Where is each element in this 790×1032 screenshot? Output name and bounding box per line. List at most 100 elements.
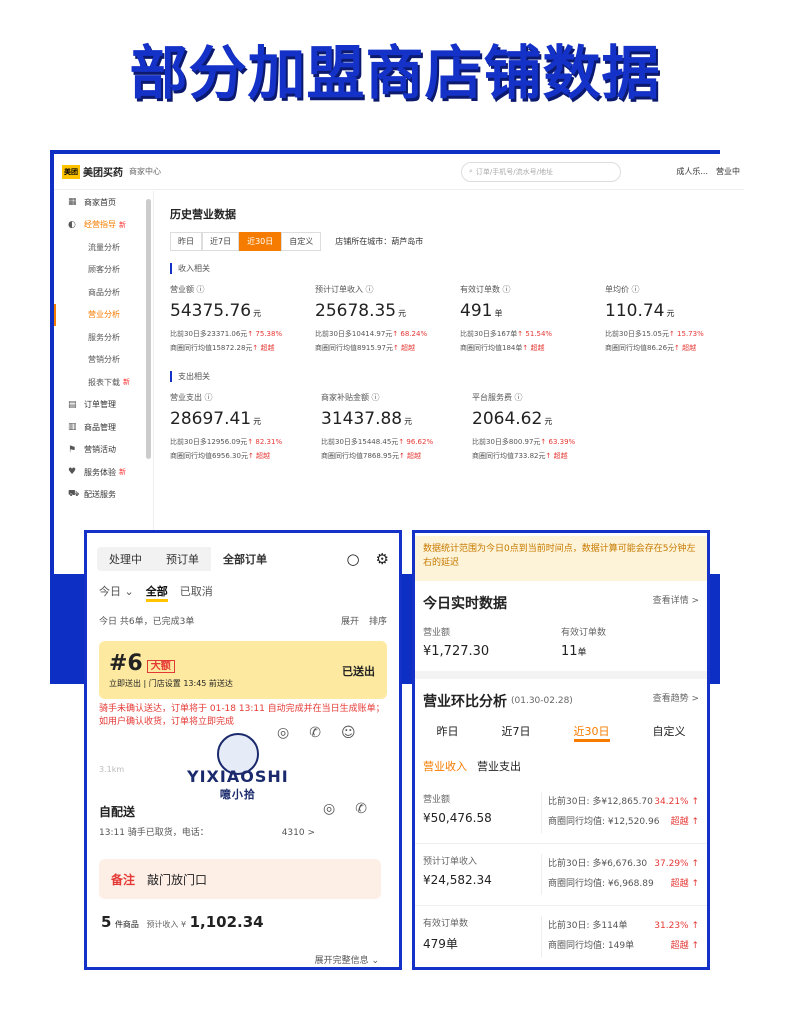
- chat-icon[interactable]: ☺: [341, 725, 356, 741]
- ratio-pct: 31.23% ↑: [654, 921, 699, 931]
- compare-pct: ↑ 82.31%: [247, 438, 283, 446]
- sidebar-item[interactable]: 顾客分析: [54, 259, 153, 282]
- tab-date[interactable]: 自定义: [281, 232, 322, 251]
- sidebar-item[interactable]: 商品分析: [54, 281, 153, 304]
- ratio-subtab[interactable]: 营业支出: [477, 758, 521, 774]
- info-icon: ⓘ: [363, 285, 374, 294]
- sidebar-item[interactable]: ▤ 订单管理: [54, 394, 153, 417]
- sidebar-item[interactable]: ⚑ 营销活动: [54, 439, 153, 462]
- filter-tab[interactable]: 已取消: [180, 583, 213, 602]
- phone-icon[interactable]: ✆: [309, 725, 321, 741]
- page-title: 部分加盟商店铺数据: [129, 39, 661, 107]
- ratio-average: 商圈同行均值: 149单: [548, 941, 635, 951]
- chart-icon: ◐: [68, 219, 76, 230]
- average-text: 商圈同行均值7868.95元: [321, 452, 399, 460]
- goods-icon: ▥: [68, 422, 77, 433]
- metric-label-row: 商家补贴金额 ⓘ: [321, 392, 472, 403]
- metric-number: 491: [460, 301, 493, 321]
- metric-number: 25678.35: [315, 301, 397, 321]
- watermark-cn: 噫小拾: [219, 788, 256, 801]
- order-note: 备注 敲门放门口: [99, 859, 381, 899]
- sidebar-scrollbar[interactable]: [146, 199, 151, 459]
- segment-tab[interactable]: 全部订单: [211, 547, 279, 571]
- compare-text: 比前30日多15448.45元: [321, 438, 399, 446]
- sidebar-item[interactable]: 服务分析: [54, 326, 153, 349]
- tab-date[interactable]: 近30日: [239, 232, 282, 251]
- metric-card: 单均价 ⓘ 110.74 元比前30日多15.05元↑ 15.73% 商圈同行均值86…: [605, 284, 744, 357]
- ratio-label: 有效订单数: [423, 919, 469, 929]
- status-menu[interactable]: 营业中: [716, 166, 740, 177]
- sidebar-item[interactable]: ⛟ 配送服务: [54, 484, 153, 507]
- sidebar-item-label: 营业分析: [88, 310, 120, 320]
- ratio-compare-line: 比前30日: 多¥12,865.70 34.21% ↑: [548, 792, 699, 812]
- sidebar-item-label: 商家首页: [84, 197, 116, 207]
- ratio-tab[interactable]: 近7日: [502, 723, 531, 742]
- compare-text: 比前30日多12956.09元: [170, 438, 248, 446]
- tab-date[interactable]: 昨日: [170, 232, 202, 251]
- sidebar-item[interactable]: ◐ 经营指导新: [54, 214, 153, 237]
- divider: [415, 671, 707, 679]
- ratio-subtab[interactable]: 营业收入: [423, 758, 467, 774]
- sidebar-item[interactable]: ▦ 商家首页: [54, 191, 153, 214]
- sidebar-item[interactable]: 流量分析: [54, 236, 153, 259]
- expand-info-button[interactable]: 展开完整信息 ⌄: [315, 953, 379, 966]
- order-card[interactable]: #6 大额 立即送出 | 门店设置 13:45 前送达 已送出: [99, 641, 387, 699]
- info-icon: ⓘ: [512, 393, 523, 402]
- info-icon: ⓘ: [500, 285, 511, 294]
- sidebar-item-label: 营销活动: [84, 445, 116, 455]
- new-badge: 新: [123, 378, 130, 387]
- pickup-info: 13:11 骑手已取货，电话： 4310 >: [99, 825, 315, 838]
- metric-average: 商圈同行均值6956.30元↑ 超越: [170, 451, 321, 461]
- sidebar-item[interactable]: 营业分析: [54, 303, 153, 326]
- ratio-tab[interactable]: 近30日: [573, 723, 610, 742]
- sort-button[interactable]: 排序: [369, 614, 387, 627]
- metric-unit: 元: [253, 417, 262, 426]
- filter-tab[interactable]: 今日 ⌄: [99, 583, 134, 602]
- desktop-window: 美团 美团买药 商家中心 ⌕ 订单/手机号/流水号/地址 成人乐... 营业中 …: [54, 154, 744, 574]
- sidebar-item[interactable]: ▥ 商品管理: [54, 416, 153, 439]
- ratio-tab[interactable]: 自定义: [653, 723, 686, 742]
- metric-value: 25678.35 元: [315, 301, 460, 321]
- metric-average: 商圈同行均值733.82元↑ 超越: [472, 451, 623, 461]
- ratio-average: 商圈同行均值: ¥6,968.89: [548, 879, 654, 889]
- search-icon[interactable]: ○: [346, 550, 359, 568]
- segment-tab[interactable]: 预订单: [154, 547, 211, 571]
- metric-number: 31437.88: [321, 409, 403, 429]
- segment-tab[interactable]: 处理中: [97, 547, 154, 571]
- metric-card: 平台服务费 ⓘ 2064.62 元比前30日多800.97元↑ 63.39% 商圈同行…: [472, 392, 623, 465]
- sidebar-item[interactable]: 报表下载新: [54, 371, 153, 394]
- ratio-rows: 营业额 ¥50,476.58 比前30日: 多¥12,865.70 34.21% ↑ 商…: [415, 782, 707, 967]
- sidebar-item[interactable]: ♥ 服务体验新: [54, 461, 153, 484]
- ratio-trend-link[interactable]: 查看趋势 >: [653, 691, 699, 711]
- metric-label: 营业额: [170, 285, 194, 294]
- info-icon: ⓘ: [629, 285, 640, 294]
- ratio-subtabs: 营业收入 营业支出: [415, 746, 707, 782]
- realtime-card: 有效订单数 11单: [561, 625, 699, 659]
- ratio-average-line: 商圈同行均值: 149单 超越 ↑: [548, 936, 699, 956]
- realtime-number: 11: [561, 644, 578, 659]
- gear-icon[interactable]: ⚙: [376, 550, 389, 568]
- compare-pct: ↑ 63.39%: [540, 438, 576, 446]
- pickup-tail[interactable]: 4310 >: [282, 828, 315, 838]
- realtime-detail-link[interactable]: 查看详情 >: [653, 593, 699, 613]
- sidebar-item[interactable]: 营销分析: [54, 349, 153, 372]
- search-input[interactable]: ⌕ 订单/手机号/流水号/地址: [461, 161, 621, 182]
- compare-text: 比前30日多800.97元: [472, 438, 541, 446]
- logo-badge: 美团: [62, 164, 80, 179]
- metric-label: 有效订单数: [460, 285, 500, 294]
- filter-tab[interactable]: 全部: [145, 583, 168, 602]
- sidebar-item-label: 经营指导: [84, 220, 116, 230]
- ratio-tab[interactable]: 昨日: [437, 723, 459, 742]
- ratio-title: 营业环比分析: [423, 694, 507, 710]
- tab-date[interactable]: 近7日: [202, 232, 240, 251]
- ratio-exceed: 超越 ↑: [670, 879, 699, 889]
- phone-icon[interactable]: ✆: [355, 801, 367, 817]
- exceed-badge: ↑ 超越: [545, 452, 568, 460]
- metric-unit: 元: [544, 417, 553, 426]
- ratio-tabs: 昨日 近7日 近30日 自定义: [415, 715, 707, 746]
- account-menu[interactable]: 成人乐...: [676, 166, 708, 177]
- location-icon[interactable]: ◎: [323, 801, 335, 817]
- metric-unit: 元: [404, 417, 413, 426]
- expand-button[interactable]: 展开: [341, 614, 359, 627]
- realtime-number: ¥1,727.30: [423, 644, 490, 659]
